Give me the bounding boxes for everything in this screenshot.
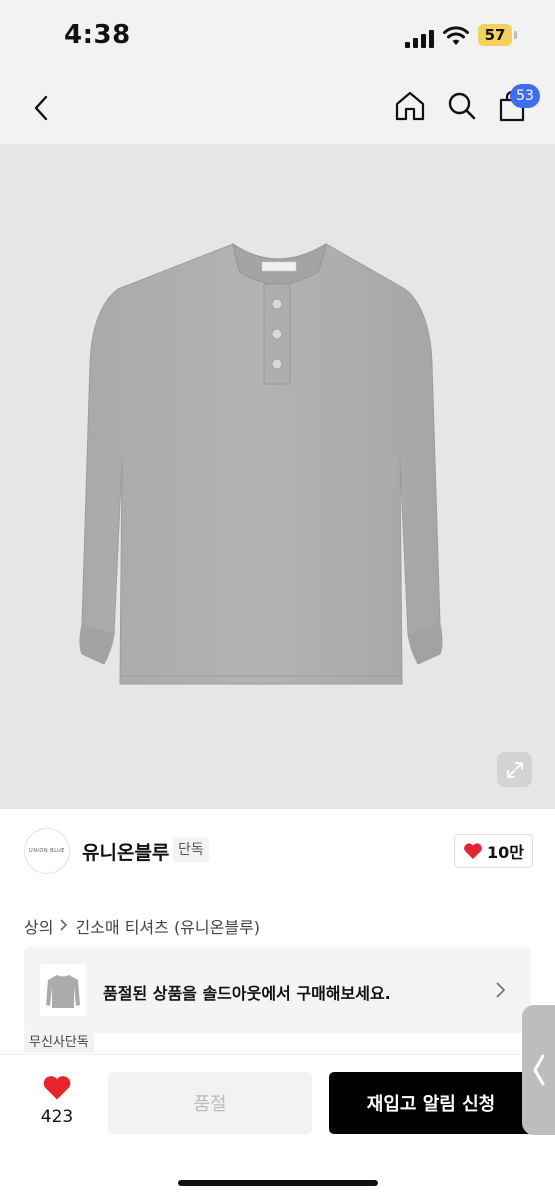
musinsa-exclusive-tag: 무신사단독 [24,1033,94,1053]
search-button[interactable] [444,86,480,126]
battery-indicator: 57 [478,24,512,46]
breadcrumb-item-category[interactable]: 상의 [24,914,53,938]
breadcrumb: 상의 긴소매 티셔츠 (유니온블루) [24,914,260,938]
chevron-right-icon [494,981,506,1003]
expand-icon [506,761,523,778]
chevron-left-icon [533,1054,544,1086]
brand-name[interactable]: 유니온블루 [82,838,169,865]
breadcrumb-item-subcategory[interactable]: 긴소매 티셔츠 (유니온블루) [75,914,260,938]
back-button[interactable] [24,88,58,128]
expand-image-button[interactable] [497,752,532,787]
heart-icon [43,1076,71,1100]
status-time: 4:38 [64,20,131,50]
search-icon [448,92,476,120]
soldout-button: 품절 [108,1072,312,1134]
soldout-banner[interactable]: 품절된 상품을 솔드아웃에서 구매해보세요. [24,947,531,1033]
chevron-right-icon [59,917,69,936]
banner-text: 품절된 상품을 솔드아웃에서 구매해보세요. [103,984,391,1003]
exclusive-tag: 단독 [173,838,209,862]
brand-like-count: 10만 [487,843,524,862]
wishlist-button[interactable]: 423 [34,1074,80,1127]
nav-bar [0,72,555,144]
banner-product-thumbnail [40,964,86,1016]
battery-tip [514,31,517,39]
home-indicator [178,1180,378,1186]
wifi-icon [443,26,469,45]
chevron-left-icon [34,95,48,121]
henley-shirt-image [79,242,443,685]
cell-signal-icon [405,28,435,48]
product-image[interactable] [0,144,555,809]
brand-like-button[interactable]: 10만 [454,834,533,868]
status-bar: 4:38 57 [0,0,555,72]
heart-icon [464,843,482,859]
cart-count-badge: 53 [510,84,540,108]
restock-alert-button[interactable]: 재입고 알림 신청 [329,1072,533,1134]
side-panel-handle[interactable] [522,1005,555,1135]
home-icon [395,91,425,121]
brand-logo[interactable]: UNION BLUE [24,828,70,874]
home-button[interactable] [392,86,428,126]
wishlist-count: 423 [40,1107,74,1127]
